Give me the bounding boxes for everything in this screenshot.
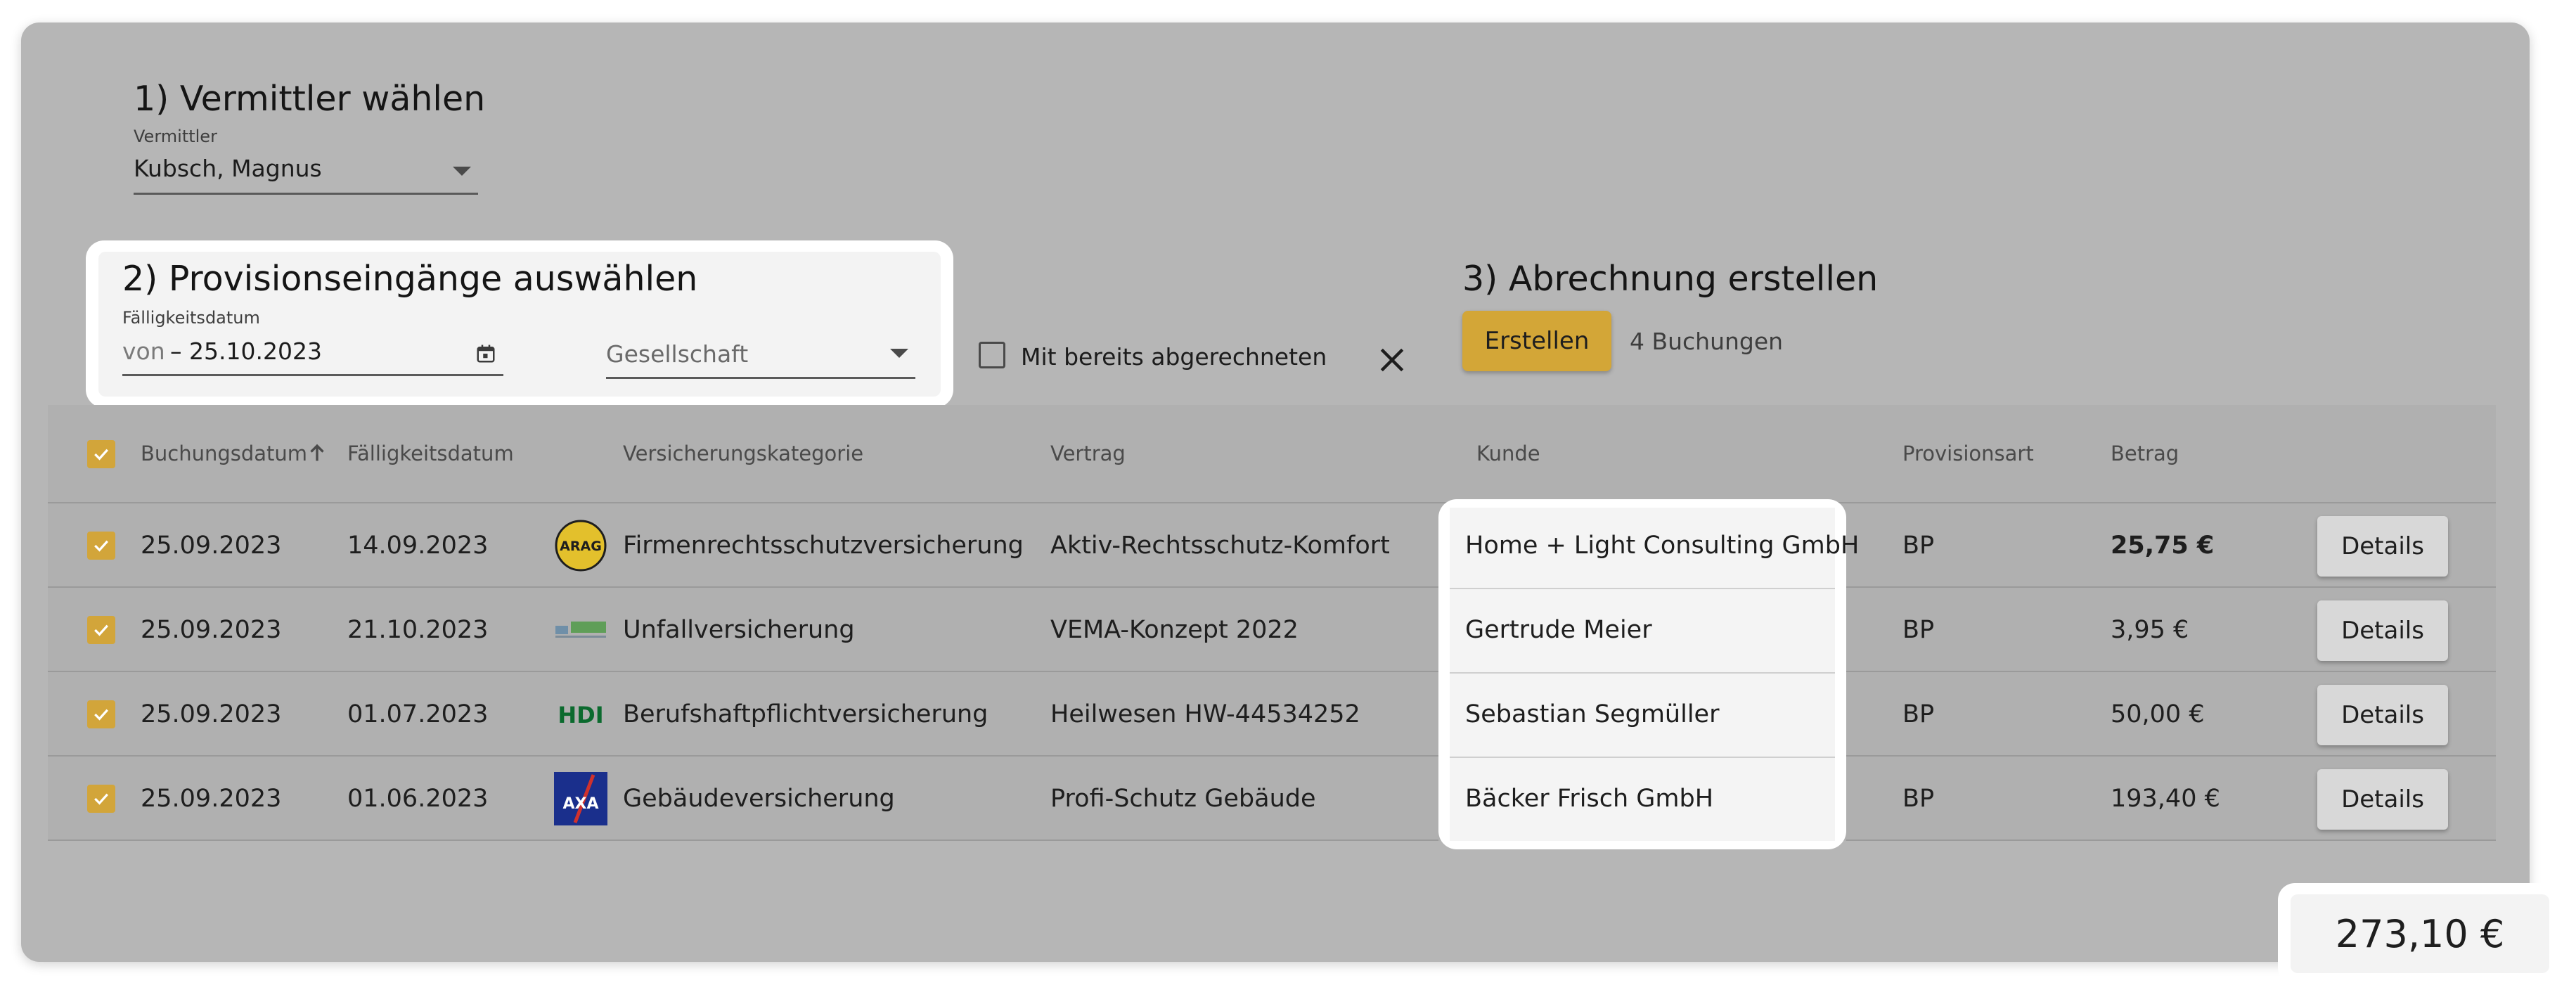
row-divider <box>48 586 1438 588</box>
row-checkbox[interactable] <box>87 700 115 728</box>
cell-customer: Bäcker Frisch GmbH <box>1465 785 1714 813</box>
vermittler-label: Vermittler <box>134 127 217 146</box>
vermittler-underline <box>134 193 478 195</box>
hdi-logo-text: HDI <box>558 702 603 728</box>
date-underline <box>122 374 503 376</box>
row-divider <box>48 671 1438 672</box>
vermittler-select[interactable]: Kubsch, Magnus <box>134 155 322 182</box>
header-contract[interactable]: Vertrag <box>1050 442 1126 465</box>
company-select[interactable]: Gesellschaft <box>606 340 748 368</box>
row-divider <box>48 502 2496 503</box>
company-underline <box>606 377 915 379</box>
chevron-down-icon[interactable] <box>890 349 908 358</box>
cell-category: Gebäudeversicherung <box>623 785 895 813</box>
cell-due-date: 21.10.2023 <box>347 616 489 644</box>
cell-booking-date: 25.09.2023 <box>141 700 282 728</box>
sort-arrow-up-icon[interactable] <box>305 440 329 465</box>
date-range-input[interactable]: – 25.10.2023 <box>170 337 322 365</box>
cell-due-date: 01.07.2023 <box>347 700 489 728</box>
step3-title: 3) Abrechnung erstellen <box>1462 259 1879 299</box>
calendar-icon[interactable] <box>475 343 496 364</box>
cell-booking-date: 25.09.2023 <box>141 616 282 644</box>
row-checkbox[interactable] <box>87 616 115 644</box>
cell-contract: Heilwesen HW-44534252 <box>1050 700 1360 728</box>
hdi-logo-icon: HDI <box>554 688 607 741</box>
row-checkbox[interactable] <box>87 532 115 560</box>
date-label: Fälligkeitsdatum <box>122 308 260 328</box>
bookings-count: 4 Buchungen <box>1630 328 1784 355</box>
cell-amount: 50,00 € <box>2111 700 2205 728</box>
details-button[interactable]: Details <box>2317 516 2448 577</box>
row-divider <box>1846 671 2496 672</box>
details-button[interactable]: Details <box>2317 769 2448 830</box>
cell-amount: 25,75 € <box>2111 532 2215 560</box>
header-amount[interactable]: Betrag <box>2111 442 2179 465</box>
customer-divider <box>1450 672 1835 674</box>
header-customer[interactable]: Kunde <box>1476 442 1540 465</box>
chevron-down-icon[interactable] <box>453 167 471 176</box>
cell-category: Berufshaftpflichtversicherung <box>623 700 988 728</box>
cell-due-date: 01.06.2023 <box>347 785 489 813</box>
step1-title: 1) Vermittler wählen <box>134 79 486 119</box>
header-booking-date[interactable]: Buchungsdatum <box>141 442 307 465</box>
cell-category: Firmenrechtsschutzversicherung <box>623 532 1024 560</box>
total-amount: 273,10 € <box>2291 894 2549 973</box>
select-all-checkbox[interactable] <box>87 440 115 468</box>
cell-commission-type: BP <box>1902 785 1935 813</box>
already-settled-label: Mit bereits abgerechneten <box>1021 343 1327 371</box>
already-settled-checkbox[interactable] <box>979 342 1005 368</box>
create-button[interactable]: Erstellen <box>1462 311 1611 371</box>
cell-booking-date: 25.09.2023 <box>141 532 282 560</box>
cell-amount: 3,95 € <box>2111 616 2189 644</box>
ideal-logo-icon <box>554 603 607 657</box>
date-prefix: von <box>122 337 165 365</box>
row-divider <box>1846 755 2496 757</box>
axa-logo-text: AXA <box>562 795 598 813</box>
cell-commission-type: BP <box>1902 700 1935 728</box>
arag-logo-text: ARAG <box>560 539 602 554</box>
cell-customer: Home + Light Consulting GmbH <box>1465 532 1860 560</box>
cell-booking-date: 25.09.2023 <box>141 785 282 813</box>
row-divider <box>1846 840 2496 841</box>
header-category[interactable]: Versicherungskategorie <box>623 442 863 465</box>
step2-title: 2) Provisionseingänge auswählen <box>122 259 698 299</box>
cell-category: Unfallversicherung <box>623 616 855 644</box>
cell-contract: VEMA-Konzept 2022 <box>1050 616 1299 644</box>
axa-logo-icon: AXA <box>554 772 607 825</box>
row-divider <box>1846 586 2496 588</box>
customer-divider <box>1450 588 1835 589</box>
cell-commission-type: BP <box>1902 616 1935 644</box>
cell-due-date: 14.09.2023 <box>347 532 489 560</box>
close-icon[interactable] <box>1377 345 1408 375</box>
details-button[interactable]: Details <box>2317 600 2448 661</box>
arag-logo-icon: ARAG <box>554 519 607 572</box>
cell-customer: Sebastian Segmüller <box>1465 700 1720 728</box>
header-commission-type[interactable]: Provisionsart <box>1902 442 2034 465</box>
row-checkbox[interactable] <box>87 785 115 813</box>
cell-commission-type: BP <box>1902 532 1935 560</box>
cell-contract: Profi-Schutz Gebäude <box>1050 785 1316 813</box>
cell-customer: Gertrude Meier <box>1465 616 1652 644</box>
details-button[interactable]: Details <box>2317 685 2448 745</box>
header-due-date[interactable]: Fälligkeitsdatum <box>347 442 514 465</box>
cell-amount: 193,40 € <box>2111 785 2220 813</box>
cell-contract: Aktiv-Rechtsschutz-Komfort <box>1050 532 1390 560</box>
row-divider <box>48 840 1438 841</box>
customer-divider <box>1450 757 1835 758</box>
row-divider <box>48 755 1438 757</box>
